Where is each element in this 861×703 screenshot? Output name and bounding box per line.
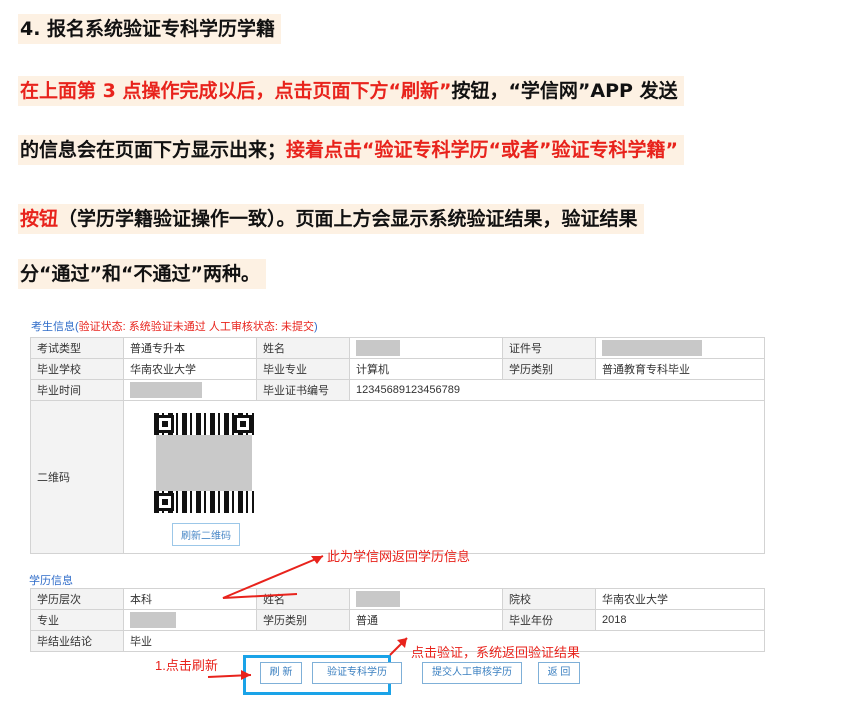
paragraph-line-4: 分“通过”和“不通过”两种。 [18,259,266,289]
text-refresh-quote: “刷新” [388,80,452,102]
text-black: （学历学籍验证操作一致）。页面上方会显示系统验证结果，验证结果 [58,208,638,230]
text-black: 分“通过”和“不通过”两种。 [20,263,260,285]
annotation-click-verify: 点击验证，系统返回验证结果 [411,645,581,660]
annotation-arrows [207,555,408,680]
screenshot-figure: 考生信息(验证状态: 系统验证未通过 人工审核状态: 未提交) 考试类型 普通专… [25,310,765,695]
annotation-edu-info: 此为学信网返回学历信息 [327,549,471,564]
section-heading: 4. 报名系统验证专科学历学籍 [18,14,282,44]
text-red: 接着点击“验证专科学历“或者”验证专科学籍” [286,139,678,161]
paragraph-line-3: 按钮（学历学籍验证操作一致）。页面上方会显示系统验证结果，验证结果 [18,204,644,234]
text-red: 在上面第 3 点操作完成以后，点击页面下方 [20,80,389,102]
paragraph-line-2: 的信息会在页面下方显示出来；接着点击“验证专科学历“或者”验证专科学籍” [18,135,684,165]
paragraph-line-1: 在上面第 3 点操作完成以后，点击页面下方“刷新”按钮，“学信网”APP 发送 [18,76,684,106]
annotation-click-refresh: 1.点击刷新 [155,658,218,673]
text-red: 按钮 [20,208,59,230]
text-black: 的信息会在页面下方显示出来； [20,139,287,161]
arrow-edu-info [222,555,324,599]
text-black: 按钮，“学信网”APP 发送 [451,80,678,102]
